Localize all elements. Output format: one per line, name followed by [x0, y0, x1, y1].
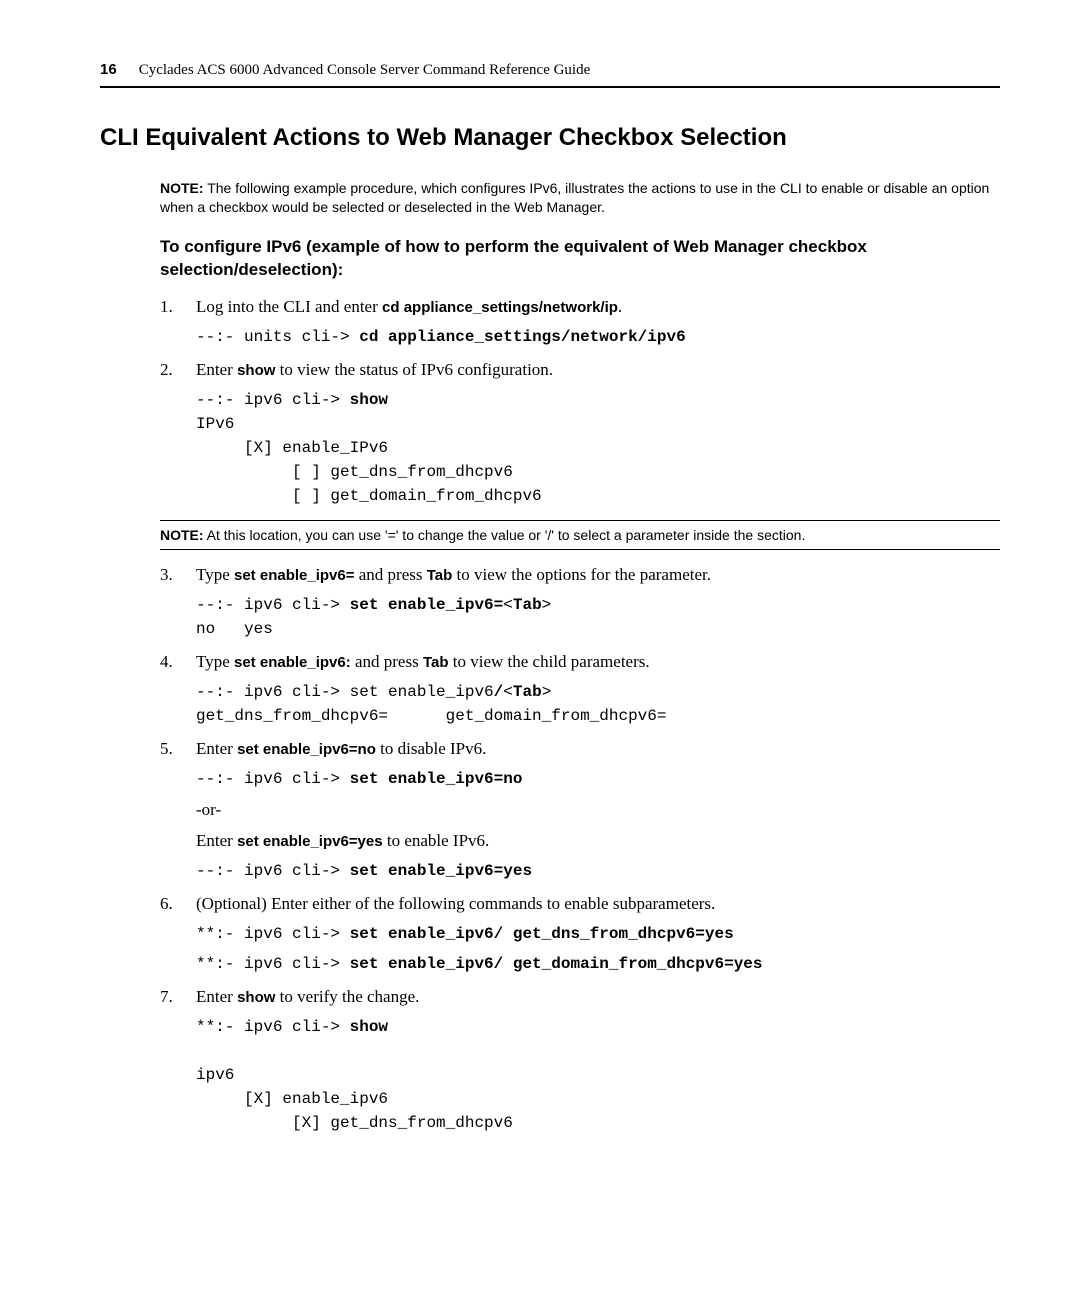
step-number: 2.: [160, 359, 196, 514]
step-text: Log into the CLI and enter cd appliance_…: [196, 296, 1000, 319]
section-title: CLI Equivalent Actions to Web Manager Ch…: [100, 122, 1000, 154]
step-text: Type set enable_ipv6: and press Tab to v…: [196, 651, 1000, 674]
steps-list: 1. Log into the CLI and enter cd applian…: [160, 296, 1000, 514]
step-number: 6.: [160, 893, 196, 982]
step-text: Enter show to verify the change.: [196, 986, 1000, 1009]
step-number: 1.: [160, 296, 196, 355]
code-block: --:- ipv6 cli-> set enable_ipv6=no: [196, 767, 1000, 791]
step-5: 5. Enter set enable_ipv6=no to disable I…: [160, 738, 1000, 889]
note-inline: NOTE: At this location, you can use '=' …: [160, 520, 1000, 551]
step-text: Enter show to view the status of IPv6 co…: [196, 359, 1000, 382]
code-block: **:- ipv6 cli-> show ipv6 [X] enable_ipv…: [196, 1015, 1000, 1135]
step-text: Type set enable_ipv6= and press Tab to v…: [196, 564, 1000, 587]
or-text: -or-: [196, 799, 1000, 822]
note-intro: NOTE: The following example procedure, w…: [160, 179, 1000, 218]
guide-title: Cyclades ACS 6000 Advanced Console Serve…: [139, 60, 591, 80]
page-header: 16 Cyclades ACS 6000 Advanced Console Se…: [100, 60, 1000, 88]
code-block: --:- ipv6 cli-> show IPv6 [X] enable_IPv…: [196, 388, 1000, 508]
code-block: --:- ipv6 cli-> set enable_ipv6=yes: [196, 859, 1000, 883]
note-label: NOTE:: [160, 527, 204, 543]
step-2: 2. Enter show to view the status of IPv6…: [160, 359, 1000, 514]
step-text: (Optional) Enter either of the following…: [196, 893, 1000, 916]
step-3: 3. Type set enable_ipv6= and press Tab t…: [160, 564, 1000, 647]
page-number: 16: [100, 60, 117, 80]
steps-list-cont: 3. Type set enable_ipv6= and press Tab t…: [160, 564, 1000, 1141]
procedure-subheading: To configure IPv6 (example of how to per…: [160, 236, 1000, 282]
code-block: --:- ipv6 cli-> set enable_ipv6=<Tab> no…: [196, 593, 1000, 641]
step-1: 1. Log into the CLI and enter cd applian…: [160, 296, 1000, 355]
step-4: 4. Type set enable_ipv6: and press Tab t…: [160, 651, 1000, 734]
code-block: --:- units cli-> cd appliance_settings/n…: [196, 325, 1000, 349]
code-block: **:- ipv6 cli-> set enable_ipv6/ get_dom…: [196, 952, 1000, 976]
step-number: 3.: [160, 564, 196, 647]
note-text: The following example procedure, which c…: [160, 180, 989, 216]
step-number: 5.: [160, 738, 196, 889]
step-number: 4.: [160, 651, 196, 734]
code-block: **:- ipv6 cli-> set enable_ipv6/ get_dns…: [196, 922, 1000, 946]
step-7: 7. Enter show to verify the change. **:-…: [160, 986, 1000, 1141]
code-block: --:- ipv6 cli-> set enable_ipv6/<Tab> ge…: [196, 680, 1000, 728]
step-text: Enter set enable_ipv6=no to disable IPv6…: [196, 738, 1000, 761]
step-number: 7.: [160, 986, 196, 1141]
step-6: 6. (Optional) Enter either of the follow…: [160, 893, 1000, 982]
note-label: NOTE:: [160, 180, 204, 196]
step-text: Enter set enable_ipv6=yes to enable IPv6…: [196, 830, 1000, 853]
note-text: At this location, you can use '=' to cha…: [204, 527, 806, 543]
